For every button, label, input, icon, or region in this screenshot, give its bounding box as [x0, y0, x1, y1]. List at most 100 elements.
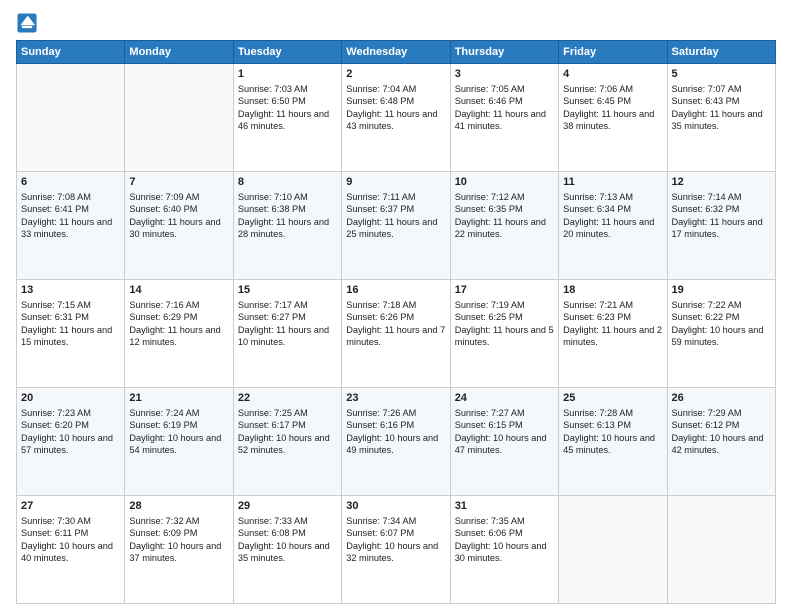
day-info: Sunrise: 7:30 AM — [21, 515, 120, 527]
day-number: 9 — [346, 175, 445, 190]
day-info: Sunset: 6:23 PM — [563, 311, 662, 323]
day-info: Sunset: 6:07 PM — [346, 527, 445, 539]
day-info: Daylight: 11 hours and 30 minutes. — [129, 216, 228, 241]
day-info: Sunrise: 7:05 AM — [455, 83, 554, 95]
day-info: Sunset: 6:38 PM — [238, 203, 337, 215]
calendar-cell: 12Sunrise: 7:14 AMSunset: 6:32 PMDayligh… — [667, 172, 775, 280]
day-info: Sunrise: 7:21 AM — [563, 299, 662, 311]
calendar-cell: 29Sunrise: 7:33 AMSunset: 6:08 PMDayligh… — [233, 496, 341, 604]
day-info: Daylight: 11 hours and 46 minutes. — [238, 108, 337, 133]
day-number: 24 — [455, 391, 554, 406]
calendar-table: SundayMondayTuesdayWednesdayThursdayFrid… — [16, 40, 776, 604]
day-info: Sunset: 6:50 PM — [238, 95, 337, 107]
day-header-wednesday: Wednesday — [342, 41, 450, 64]
day-number: 19 — [672, 283, 771, 298]
day-info: Sunrise: 7:03 AM — [238, 83, 337, 95]
day-header-thursday: Thursday — [450, 41, 558, 64]
calendar-cell: 3Sunrise: 7:05 AMSunset: 6:46 PMDaylight… — [450, 64, 558, 172]
day-info: Sunset: 6:46 PM — [455, 95, 554, 107]
day-info: Sunset: 6:20 PM — [21, 419, 120, 431]
day-info: Sunset: 6:48 PM — [346, 95, 445, 107]
day-info: Sunrise: 7:09 AM — [129, 191, 228, 203]
day-info: Daylight: 10 hours and 59 minutes. — [672, 324, 771, 349]
day-info: Daylight: 11 hours and 28 minutes. — [238, 216, 337, 241]
calendar-cell: 27Sunrise: 7:30 AMSunset: 6:11 PMDayligh… — [17, 496, 125, 604]
day-number: 29 — [238, 499, 337, 514]
day-info: Daylight: 11 hours and 41 minutes. — [455, 108, 554, 133]
day-info: Daylight: 11 hours and 5 minutes. — [455, 324, 554, 349]
day-info: Sunset: 6:08 PM — [238, 527, 337, 539]
calendar-week-3: 20Sunrise: 7:23 AMSunset: 6:20 PMDayligh… — [17, 388, 776, 496]
logo — [16, 12, 40, 34]
day-info: Daylight: 10 hours and 32 minutes. — [346, 540, 445, 565]
day-info: Sunset: 6:32 PM — [672, 203, 771, 215]
day-info: Sunset: 6:45 PM — [563, 95, 662, 107]
day-info: Sunrise: 7:04 AM — [346, 83, 445, 95]
day-number: 7 — [129, 175, 228, 190]
calendar-cell: 1Sunrise: 7:03 AMSunset: 6:50 PMDaylight… — [233, 64, 341, 172]
calendar-week-1: 6Sunrise: 7:08 AMSunset: 6:41 PMDaylight… — [17, 172, 776, 280]
day-header-saturday: Saturday — [667, 41, 775, 64]
page: SundayMondayTuesdayWednesdayThursdayFrid… — [0, 0, 792, 612]
day-info: Sunset: 6:11 PM — [21, 527, 120, 539]
day-info: Sunrise: 7:19 AM — [455, 299, 554, 311]
day-info: Sunrise: 7:28 AM — [563, 407, 662, 419]
day-header-monday: Monday — [125, 41, 233, 64]
day-info: Daylight: 10 hours and 37 minutes. — [129, 540, 228, 565]
calendar-cell: 5Sunrise: 7:07 AMSunset: 6:43 PMDaylight… — [667, 64, 775, 172]
calendar-cell: 16Sunrise: 7:18 AMSunset: 6:26 PMDayligh… — [342, 280, 450, 388]
day-number: 16 — [346, 283, 445, 298]
day-info: Sunrise: 7:08 AM — [21, 191, 120, 203]
day-info: Sunset: 6:12 PM — [672, 419, 771, 431]
day-info: Sunrise: 7:22 AM — [672, 299, 771, 311]
day-info: Daylight: 11 hours and 33 minutes. — [21, 216, 120, 241]
day-info: Sunset: 6:13 PM — [563, 419, 662, 431]
day-info: Daylight: 11 hours and 22 minutes. — [455, 216, 554, 241]
day-header-sunday: Sunday — [17, 41, 125, 64]
day-info: Daylight: 11 hours and 35 minutes. — [672, 108, 771, 133]
calendar-cell: 11Sunrise: 7:13 AMSunset: 6:34 PMDayligh… — [559, 172, 667, 280]
day-info: Sunset: 6:31 PM — [21, 311, 120, 323]
day-number: 23 — [346, 391, 445, 406]
calendar-cell — [125, 64, 233, 172]
day-info: Daylight: 11 hours and 17 minutes. — [672, 216, 771, 241]
day-number: 13 — [21, 283, 120, 298]
day-info: Daylight: 11 hours and 38 minutes. — [563, 108, 662, 133]
day-info: Sunrise: 7:10 AM — [238, 191, 337, 203]
calendar-cell: 18Sunrise: 7:21 AMSunset: 6:23 PMDayligh… — [559, 280, 667, 388]
day-info: Daylight: 11 hours and 2 minutes. — [563, 324, 662, 349]
day-info: Sunrise: 7:13 AM — [563, 191, 662, 203]
day-number: 21 — [129, 391, 228, 406]
day-number: 12 — [672, 175, 771, 190]
day-info: Daylight: 11 hours and 20 minutes. — [563, 216, 662, 241]
day-info: Sunrise: 7:25 AM — [238, 407, 337, 419]
day-info: Sunset: 6:43 PM — [672, 95, 771, 107]
day-info: Daylight: 10 hours and 35 minutes. — [238, 540, 337, 565]
calendar-cell: 2Sunrise: 7:04 AMSunset: 6:48 PMDaylight… — [342, 64, 450, 172]
calendar-cell: 10Sunrise: 7:12 AMSunset: 6:35 PMDayligh… — [450, 172, 558, 280]
day-info: Daylight: 11 hours and 25 minutes. — [346, 216, 445, 241]
calendar-cell: 17Sunrise: 7:19 AMSunset: 6:25 PMDayligh… — [450, 280, 558, 388]
day-number: 5 — [672, 67, 771, 82]
calendar-cell: 4Sunrise: 7:06 AMSunset: 6:45 PMDaylight… — [559, 64, 667, 172]
day-info: Sunrise: 7:33 AM — [238, 515, 337, 527]
day-number: 1 — [238, 67, 337, 82]
calendar-cell: 9Sunrise: 7:11 AMSunset: 6:37 PMDaylight… — [342, 172, 450, 280]
day-info: Sunrise: 7:07 AM — [672, 83, 771, 95]
day-info: Daylight: 10 hours and 40 minutes. — [21, 540, 120, 565]
day-number: 22 — [238, 391, 337, 406]
day-number: 15 — [238, 283, 337, 298]
calendar-week-4: 27Sunrise: 7:30 AMSunset: 6:11 PMDayligh… — [17, 496, 776, 604]
day-number: 11 — [563, 175, 662, 190]
calendar-week-0: 1Sunrise: 7:03 AMSunset: 6:50 PMDaylight… — [17, 64, 776, 172]
day-number: 27 — [21, 499, 120, 514]
day-info: Sunrise: 7:18 AM — [346, 299, 445, 311]
day-info: Daylight: 10 hours and 45 minutes. — [563, 432, 662, 457]
day-info: Sunrise: 7:29 AM — [672, 407, 771, 419]
calendar-cell: 14Sunrise: 7:16 AMSunset: 6:29 PMDayligh… — [125, 280, 233, 388]
day-info: Sunrise: 7:32 AM — [129, 515, 228, 527]
day-info: Sunset: 6:40 PM — [129, 203, 228, 215]
calendar-cell: 28Sunrise: 7:32 AMSunset: 6:09 PMDayligh… — [125, 496, 233, 604]
day-info: Sunset: 6:34 PM — [563, 203, 662, 215]
calendar-cell: 15Sunrise: 7:17 AMSunset: 6:27 PMDayligh… — [233, 280, 341, 388]
